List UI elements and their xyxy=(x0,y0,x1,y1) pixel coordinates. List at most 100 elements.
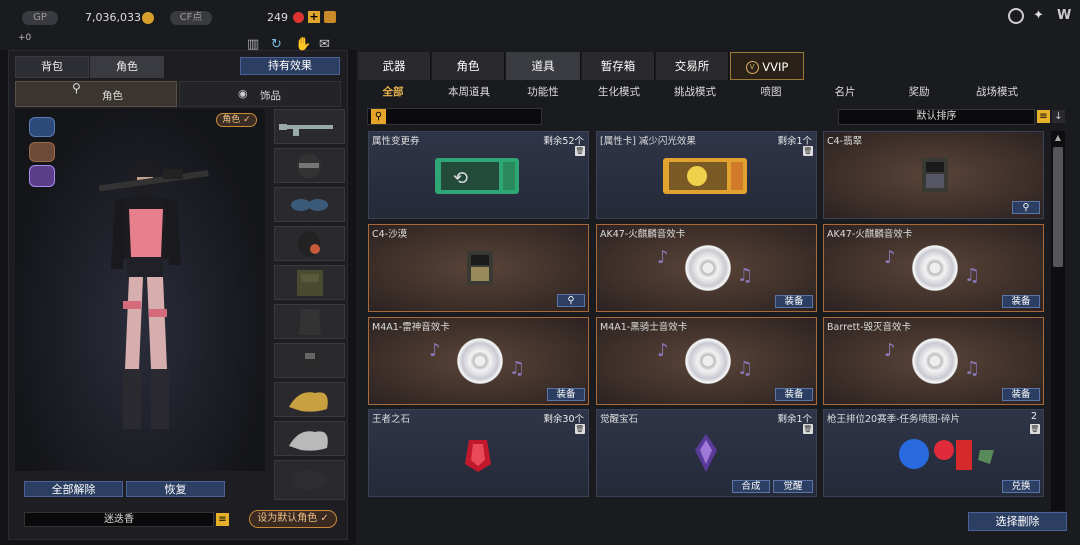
subtab-weekly[interactable]: 本周道具 xyxy=(437,84,501,100)
add-cf-icon[interactable]: + xyxy=(308,11,320,23)
chat-icon[interactable]: ✉ xyxy=(319,37,337,55)
item-quantity: 剩余30个 xyxy=(543,414,584,425)
target-icon[interactable] xyxy=(1008,8,1024,24)
subtab-accessory[interactable]: ◉ 饰品 xyxy=(179,81,341,107)
character-viewport[interactable]: 角色 ✓ xyxy=(15,109,265,471)
slot-armor-empty[interactable] xyxy=(274,304,345,339)
item-name: 属性变更券 xyxy=(372,136,420,147)
subtab-namecard[interactable]: 名片 xyxy=(816,84,874,100)
king-stone-icon xyxy=(465,440,491,472)
tab-character[interactable]: 角色 xyxy=(90,56,164,78)
gp-value: 7,036,033 xyxy=(85,11,141,24)
tab-props[interactable]: 道具 xyxy=(506,52,581,80)
tab-exchange[interactable]: 交易所 xyxy=(656,52,729,80)
pose-icon[interactable]: ✋ xyxy=(295,37,313,55)
scrollbar[interactable]: ▲ xyxy=(1051,131,1065,511)
search-input[interactable]: ⚲ xyxy=(367,108,542,125)
hold-effect-button[interactable]: 持有效果 xyxy=(240,57,340,75)
tab-backpack[interactable]: 背包 xyxy=(15,56,89,78)
subtab-challenge[interactable]: 挑战模式 xyxy=(666,84,724,100)
restore-button[interactable]: 恢复 xyxy=(126,481,225,497)
tab-weapon[interactable]: 武器 xyxy=(358,52,431,80)
recharge-icon[interactable] xyxy=(324,11,336,23)
item-card[interactable]: AK47-火麒麟音效卡 ♪ ♫ 装备 xyxy=(823,224,1044,312)
item-card[interactable]: AK47-火麒麟音效卡 ♪ ♫ 装备 xyxy=(596,224,817,312)
item-card[interactable]: 王者之石 剩余30个 🗑 xyxy=(368,409,589,497)
item-card[interactable]: Barrett-毁灭音效卡 ♪ ♫ 装备 xyxy=(823,317,1044,405)
awaken-button[interactable]: 觉醒 xyxy=(773,480,813,493)
subtab-functional[interactable]: 功能性 xyxy=(514,84,572,100)
music-note-icon: ♪ xyxy=(657,247,669,268)
redeem-button[interactable]: 兑换 xyxy=(1002,480,1040,493)
equip-button[interactable]: 装备 xyxy=(775,388,813,401)
subtab-character[interactable]: ⚲ 角色 xyxy=(15,81,177,107)
select-delete-button[interactable]: 选择删除 xyxy=(968,512,1067,531)
scrollbar-thumb[interactable] xyxy=(1053,147,1063,267)
music-note-icon: ♪ xyxy=(657,340,669,361)
combine-button[interactable]: 合成 xyxy=(732,480,770,493)
slot-empty[interactable] xyxy=(274,460,345,500)
item-card[interactable]: 属性变更券 剩余52个 🗑 ⟲ xyxy=(368,131,589,219)
search-button[interactable]: ⚲ xyxy=(557,294,585,307)
set-default-button[interactable]: 设为默认角色 ✓ xyxy=(249,510,337,528)
trash-icon[interactable]: 🗑 xyxy=(575,146,585,156)
sort-menu-icon[interactable]: ≡ xyxy=(1037,110,1050,123)
item-card[interactable]: M4A1-黑骑士音效卡 ♪ ♫ 装备 xyxy=(596,317,817,405)
list-menu-icon[interactable]: ≡ xyxy=(216,513,229,526)
tab-vvip[interactable]: V VVIP xyxy=(730,52,804,80)
equip-button[interactable]: 装备 xyxy=(775,295,813,308)
slot-grenade[interactable] xyxy=(274,343,345,378)
character-name-field[interactable]: 迷迭香 xyxy=(24,512,214,527)
tab-storage[interactable]: 暂存箱 xyxy=(582,52,655,80)
subtab-zombie[interactable]: 生化模式 xyxy=(590,84,648,100)
slot-helmet[interactable] xyxy=(274,148,345,183)
refresh-icon[interactable]: ↻ xyxy=(271,37,289,55)
item-card[interactable]: 枪王排位20赛季-任务喷图-碎片 2 🗑 兑换 xyxy=(823,409,1044,497)
trash-icon[interactable]: 🗑 xyxy=(575,424,585,434)
equip-button[interactable]: 装备 xyxy=(1002,388,1040,401)
tab-role[interactable]: 角色 xyxy=(432,52,505,80)
wing-mark-icon[interactable] xyxy=(29,165,55,187)
wolf-mark-icon[interactable] xyxy=(29,142,55,162)
slot-silver-beast[interactable] xyxy=(274,421,345,456)
subtab-reward[interactable]: 奖励 xyxy=(890,84,948,100)
slot-mask[interactable] xyxy=(274,226,345,261)
search-icon[interactable]: ⚲ xyxy=(371,109,386,124)
item-quantity: 剩余1个 xyxy=(777,136,812,147)
trash-icon[interactable]: 🗑 xyxy=(803,424,813,434)
vip-logo-icon[interactable]: W xyxy=(1057,8,1075,24)
equip-button[interactable]: 装备 xyxy=(547,388,585,401)
subtab-battlefield[interactable]: 战场模式 xyxy=(966,84,1028,100)
item-card[interactable]: C4-翡翠 ⚲ xyxy=(823,131,1044,219)
trash-icon[interactable]: 🗑 xyxy=(1030,424,1040,434)
subtab-all[interactable]: 全部 xyxy=(364,84,422,100)
awaken-gem-icon xyxy=(695,434,717,472)
slot-goggles[interactable] xyxy=(274,187,345,222)
equip-button[interactable]: 装备 xyxy=(1002,295,1040,308)
subtab-spray[interactable]: 喷图 xyxy=(742,84,800,100)
music-note-icon: ♫ xyxy=(964,265,981,286)
accessory-icon: ◉ xyxy=(238,87,248,100)
item-name: C4-沙漠 xyxy=(372,229,408,240)
item-card[interactable]: [属性卡] 减少闪光效果 剩余1个 🗑 xyxy=(596,131,817,219)
item-card[interactable]: 觉醒宝石 剩余1个 🗑 合成 觉醒 xyxy=(596,409,817,497)
c4-bomb-icon xyxy=(922,158,948,192)
item-card[interactable]: M4A1-雷神音效卡 ♪ ♫ 装备 xyxy=(368,317,589,405)
eagle-mark-icon[interactable] xyxy=(29,117,55,137)
scroll-up-icon[interactable]: ▲ xyxy=(1053,133,1063,143)
sound-disc-icon xyxy=(912,245,958,291)
slot-vest[interactable] xyxy=(274,265,345,300)
slot-rifle[interactable] xyxy=(274,109,345,144)
sort-dropdown[interactable]: 默认排序 xyxy=(838,109,1035,125)
slot-gold-beast[interactable] xyxy=(274,382,345,417)
sort-order-icon[interactable]: ↓ xyxy=(1052,110,1065,123)
item-quantity: 2 xyxy=(1030,411,1037,422)
notice-icon[interactable]: ✦ xyxy=(1033,8,1049,24)
c4-bomb-icon xyxy=(467,251,493,285)
unequip-all-button[interactable]: 全部解除 xyxy=(24,481,123,497)
ranking-icon[interactable]: ▥ xyxy=(247,37,265,55)
item-card[interactable]: C4-沙漠 ⚲ xyxy=(368,224,589,312)
sound-disc-icon xyxy=(685,338,731,384)
trash-icon[interactable]: 🗑 xyxy=(803,146,813,156)
search-button[interactable]: ⚲ xyxy=(1012,201,1040,214)
